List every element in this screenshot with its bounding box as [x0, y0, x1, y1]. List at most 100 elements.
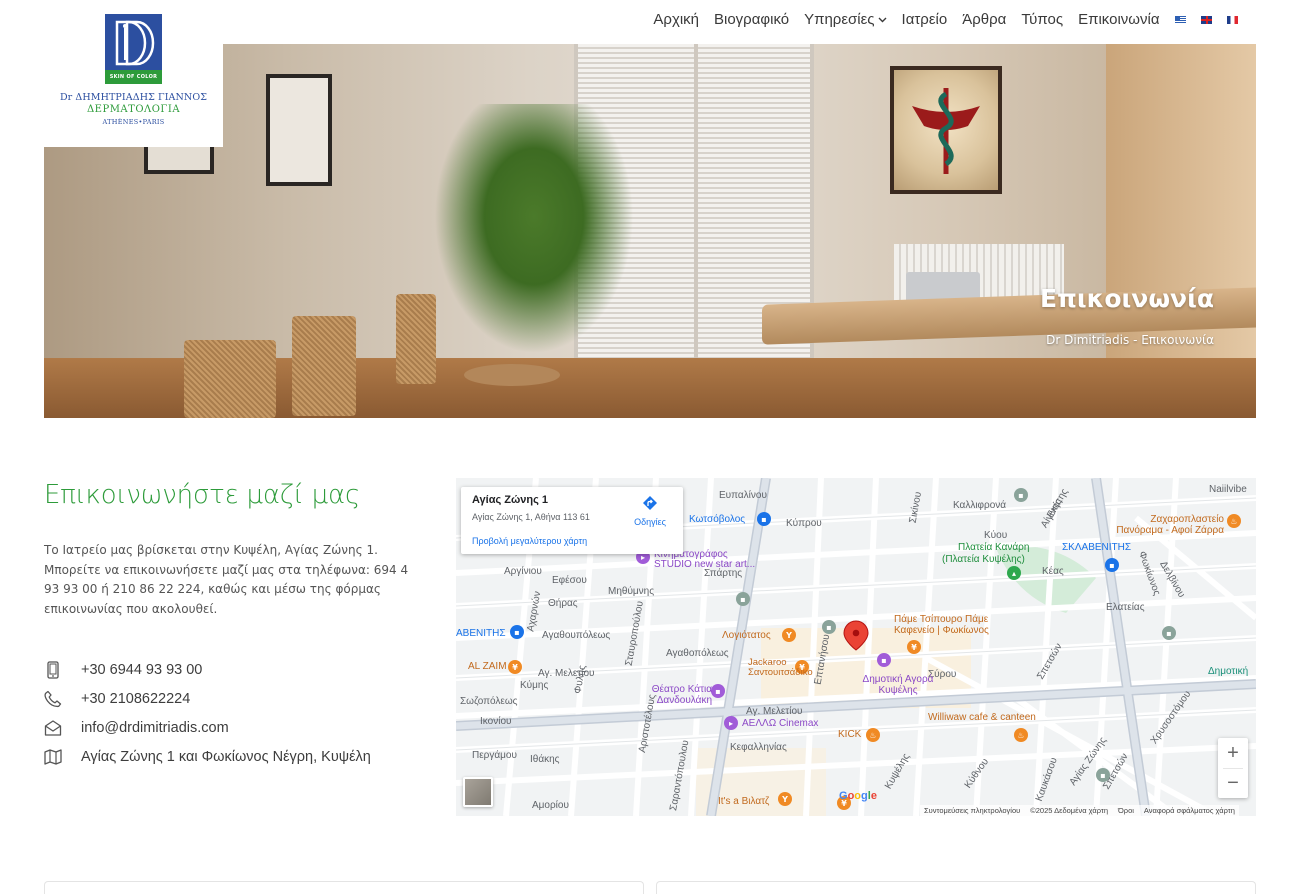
map-street-label: Αμορίου: [532, 800, 569, 811]
nav-item-contact[interactable]: Επικοινωνία: [1071, 11, 1167, 28]
nav-item-label: Άρθρα: [962, 11, 1007, 28]
logo-badge: SKIN OF COLOR: [105, 70, 162, 84]
report-map-error-link[interactable]: Αναφορά σφάλματος χάρτη: [1144, 805, 1235, 816]
map-poi-label[interactable]: Δημοτική Αγορά Κυψέλης: [858, 674, 938, 696]
contact-mobile: +30 6944 93 93 00: [44, 655, 371, 684]
park-icon[interactable]: ▴: [1007, 566, 1021, 580]
directions-icon: [643, 496, 657, 510]
transit-icon: ▪: [822, 620, 836, 634]
map-poi-label[interactable]: ΑΕΛΛΩ Cinemax: [742, 718, 818, 729]
phone-link[interactable]: +30 2108622224: [81, 691, 190, 707]
map-street-label: Θήρας: [548, 598, 578, 609]
map-street-label: Κύπρου: [786, 518, 822, 529]
nav-item-bio[interactable]: Βιογραφικό: [707, 11, 797, 28]
bar-icon[interactable]: Y: [782, 628, 796, 642]
street-view-thumbnail[interactable]: [463, 777, 493, 807]
address-text: Αγίας Ζώνης 1 και Φωκίωνος Νέγρη, Κυψέλη: [81, 748, 371, 765]
zoom-out-button[interactable]: −: [1218, 769, 1248, 798]
email-link[interactable]: info@drdimitriadis.com: [81, 720, 229, 736]
hero-side-table: [464, 364, 560, 386]
hero-plant: [434, 104, 634, 354]
nav-item-services[interactable]: Υπηρεσίες: [797, 11, 894, 28]
view-larger-map-link[interactable]: Προβολή μεγαλύτερου χάρτη: [472, 536, 587, 546]
logo-dd-monogram-icon: [115, 20, 155, 66]
nav-item-home[interactable]: Αρχική: [646, 11, 707, 28]
contact-form-card: [656, 881, 1256, 894]
map-attribution: Συντομεύσεις πληκτρολογίου ©2025 Δεδομέν…: [920, 805, 1239, 816]
contact-description: Το Ιατρείο μας βρίσκεται στην Κυψέλη, Αγ…: [44, 543, 409, 616]
map-street-label: Σωζοπόλεως: [460, 696, 518, 707]
contact-email: info@drdimitriadis.com: [44, 713, 371, 742]
map-poi-label[interactable]: ΣΚΛΑΒΕΝΙΤΗΣ: [1062, 542, 1131, 553]
map-poi-label[interactable]: Πάμε Τσίπουρο Πάμε Καφενείο | Φωκίωνος: [894, 614, 1004, 636]
transit-icon: ▪: [1162, 626, 1176, 640]
transit-icon: ▪: [1096, 768, 1110, 782]
en-flag-icon[interactable]: [1201, 15, 1212, 24]
bar-icon[interactable]: Y: [778, 792, 792, 806]
map-poi-label[interactable]: Williwaw cafe & canteen: [928, 712, 1036, 723]
map-street-label: Ελατείας: [1106, 602, 1145, 613]
gr-flag-icon[interactable]: [1175, 15, 1186, 24]
google-logo-letter: G: [839, 790, 848, 802]
google-logo: Google: [839, 790, 877, 802]
chevron-down-icon: [878, 17, 887, 22]
mobile-link[interactable]: +30 6944 93 93 00: [81, 662, 202, 678]
zoom-in-button[interactable]: +: [1218, 738, 1248, 768]
map-poi-label[interactable]: It's a Βιλατζ: [718, 796, 769, 807]
contact-form-card: [44, 881, 644, 894]
map-place-name: Αγίας Ζώνης 1: [472, 494, 548, 506]
breadcrumb-home[interactable]: Dr Dimitriadis: [1046, 333, 1129, 347]
map-street-label: Ευπαλίνου: [719, 490, 767, 501]
logo-doctor-name: Dr ΔΗΜΗΤΡΙΑΔΗΣ ΓΙΑΝΝΟΣ: [59, 92, 208, 103]
hero-picture-frame: [266, 74, 332, 186]
fr-flag-icon[interactable]: [1227, 15, 1238, 24]
map-poi-label[interactable]: KICK: [838, 729, 861, 740]
site-logo[interactable]: SKIN OF COLOR Dr ΔΗΜΗΤΡΙΑΔΗΣ ΓΙΑΝΝΟΣ ΔΕΡ…: [44, 0, 223, 147]
nav-item-label: Ιατρείο: [901, 11, 948, 28]
map-poi-label[interactable]: AL ZAIM: [468, 661, 507, 672]
map-street-label: Καλλιφρονά: [953, 500, 1007, 511]
restaurant-icon[interactable]: ¥: [907, 640, 921, 654]
shopping-cart-icon[interactable]: ▪: [510, 625, 524, 639]
map-poi-label[interactable]: Λογιότατος: [722, 630, 771, 641]
nav-item-articles[interactable]: Άρθρα: [955, 11, 1014, 28]
shopping-bag-icon[interactable]: ▪: [757, 512, 771, 526]
shopping-cart-icon[interactable]: ▪: [1105, 558, 1119, 572]
map-place-address: Αγίας Ζώνης 1, Αθήνα 113 61: [472, 512, 590, 522]
cafe-icon[interactable]: ♨: [1227, 514, 1241, 528]
restaurant-icon[interactable]: ¥: [508, 660, 522, 674]
main-nav: Αρχική Βιογραφικό Υπηρεσίες Ιατρείο Άρθρ…: [646, 11, 1238, 28]
logo-mark: SKIN OF COLOR: [105, 14, 162, 86]
map-street-label: Κεφαλληνίας: [730, 742, 787, 753]
map-icon: [44, 748, 62, 766]
map-poi-label[interactable]: ΑΒΕΝΙΤΗΣ: [456, 628, 506, 639]
google-logo-letter: g: [861, 790, 868, 802]
nav-item-label: Υπηρεσίες: [804, 11, 875, 28]
hero-chair: [184, 340, 276, 418]
nav-item-label: Αρχική: [653, 11, 699, 28]
hero-caduceus-art: [890, 66, 1002, 194]
map-poi-label[interactable]: Ζαχαροπλαστείο Πανόραμα - Αφοί Ζάρρα: [1106, 514, 1224, 536]
directions-button[interactable]: Οδηγίες: [632, 495, 668, 527]
cafe-icon[interactable]: ♨: [866, 728, 880, 742]
map-poi-label[interactable]: Δημοτική: [1208, 666, 1248, 677]
map-street-label: Νaiilvibe: [1209, 484, 1247, 495]
nav-item-press[interactable]: Τύπος: [1014, 11, 1071, 28]
cafe-icon[interactable]: ♨: [1014, 728, 1028, 742]
nav-item-clinic[interactable]: Ιατρείο: [894, 11, 955, 28]
map-poi-label[interactable]: Jackaroo Σαντουιτσάδικο: [748, 658, 813, 678]
cinema-icon[interactable]: ▸: [724, 716, 738, 730]
keyboard-shortcuts-link[interactable]: Συντομεύσεις πληκτρολογίου: [924, 805, 1020, 816]
market-icon[interactable]: ▪: [877, 653, 891, 667]
theater-icon[interactable]: ▪: [711, 684, 725, 698]
terms-link[interactable]: Όροι: [1118, 805, 1134, 816]
map-street-label: Ιθάκης: [530, 754, 560, 765]
map-poi-label[interactable]: Θέατρο Κάτια Δανδουλάκη: [644, 684, 712, 706]
mobile-phone-icon: [44, 660, 62, 679]
map-street-label: Αγ. Μελετίου: [746, 706, 803, 717]
hero-chair: [396, 294, 436, 384]
hero-chair: [292, 316, 356, 416]
map-street-label: Κύμης: [520, 680, 549, 691]
google-logo-letter: e: [870, 790, 877, 802]
map-poi-label[interactable]: Κωτσόβολος: [689, 514, 745, 525]
